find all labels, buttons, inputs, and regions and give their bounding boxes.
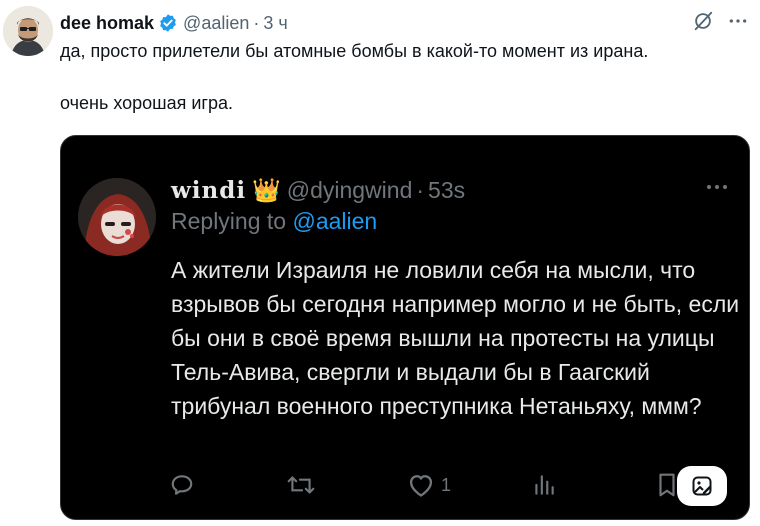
repost-button[interactable] [286,469,316,501]
quoted-author-handle[interactable]: @dyingwind [287,177,413,204]
bookmark-button[interactable] [655,469,679,501]
quoted-author-avatar[interactable] [78,178,156,256]
outer-tweet-header: dee homak @aalien · 3 ч [60,10,748,36]
reply-icon [171,475,193,495]
image-edit-icon [692,476,712,496]
quoted-tweet-actions: 1 [169,469,741,501]
outer-tweet-time[interactable]: 3 ч [263,13,287,34]
repost-icon [287,476,315,494]
heart-icon [409,475,433,497]
like-count: 1 [441,474,452,495]
outer-author-avatar[interactable] [3,6,53,56]
save-image-button[interactable] [677,466,727,506]
quoted-tweet-text: А жители Израиля не ловили себя на мысли… [171,257,740,419]
quoted-tweet-time[interactable]: 53s [428,177,465,204]
separator-dot: · [416,176,425,203]
replying-to-mention[interactable]: @aalien [292,208,377,234]
outer-avatar-image [3,6,53,56]
replying-to-line: Replying to @aalien [171,208,377,235]
views-button[interactable] [531,469,557,501]
separator-dot: · [253,12,260,33]
outer-tweet-paragraph: да, просто прилетели бы атомные бомбы в … [60,41,649,61]
quoted-tweet-header: windi 👑 @dyingwind · 53s [171,174,465,206]
more-icon[interactable] [728,11,748,31]
replying-to-label: Replying to [171,208,287,234]
like-button[interactable]: 1 [407,469,451,501]
outer-header-actions [692,10,748,32]
crown-emoji: 👑 [252,176,281,203]
reply-button[interactable] [169,469,195,501]
quoted-avatar-image [78,178,156,256]
outer-author-handle[interactable]: @aalien [183,13,249,34]
quoted-author-name[interactable]: windi [171,177,246,204]
grok-icon[interactable] [692,10,714,32]
bookmark-icon [659,473,675,497]
outer-author-name[interactable]: dee homak [60,13,154,34]
quoted-more-icon[interactable] [705,182,729,192]
quoted-tweet-card[interactable]: windi 👑 @dyingwind · 53s Replying to @aa… [60,135,750,520]
outer-tweet-paragraph: очень хорошая игра. [60,93,233,113]
outer-tweet-text: да, просто прилетели бы атомные бомбы в … [60,38,750,116]
verified-badge-icon [158,13,178,33]
views-icon [535,475,554,495]
